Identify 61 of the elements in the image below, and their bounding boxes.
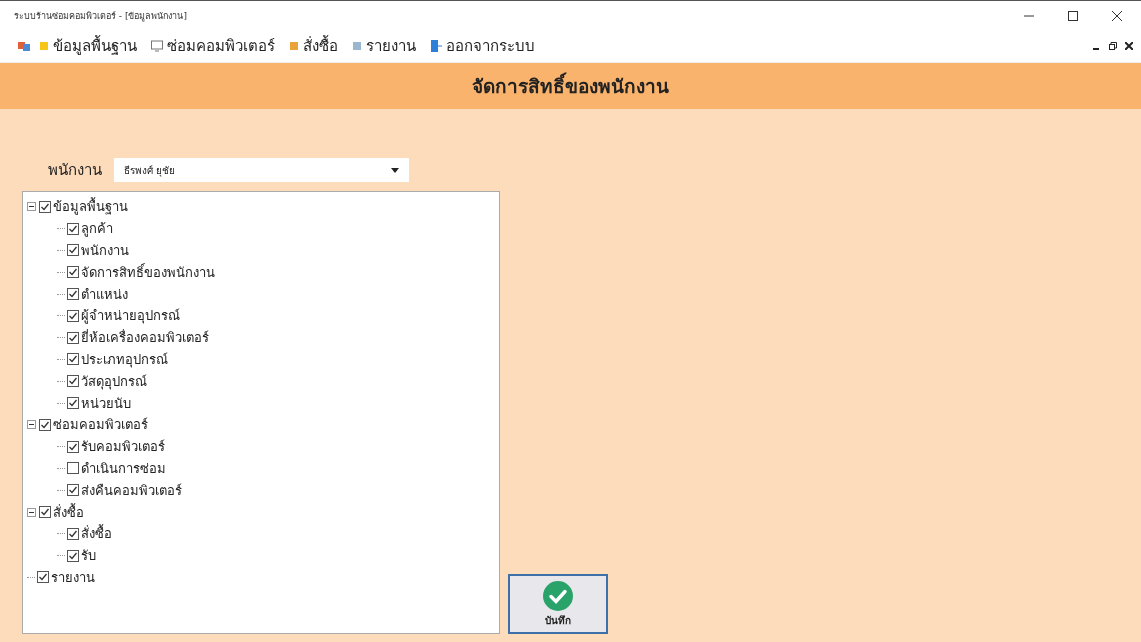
menu-icon xyxy=(352,40,362,52)
monitor-icon xyxy=(151,40,163,52)
tree-item[interactable]: รับ xyxy=(81,545,96,567)
checkbox[interactable] xyxy=(67,549,79,562)
tree-item[interactable]: ประเภทอุปกรณ์ xyxy=(81,348,168,370)
tree-item[interactable]: ดำเนินการซ่อม xyxy=(81,457,166,479)
tree-item[interactable]: ซ่อมคอมพิวเตอร์ xyxy=(53,414,148,436)
menu-item[interactable]: ออกจากระบบ xyxy=(425,32,540,60)
checkbox[interactable] xyxy=(67,440,79,453)
exit-icon xyxy=(430,40,442,52)
checkbox[interactable] xyxy=(67,266,79,279)
checkbox[interactable] xyxy=(39,418,51,431)
tree-item[interactable]: ข้อมูลพื้นฐาน xyxy=(53,196,128,218)
dropdown-caret-icon xyxy=(391,167,399,173)
page-title: จัดการสิทธิ์ของพนักงาน xyxy=(472,71,669,101)
menu-icon xyxy=(39,40,49,52)
tree-item[interactable]: ส่งคืนคอมพิวเตอร์ xyxy=(81,479,182,501)
close-icon[interactable] xyxy=(1125,42,1133,50)
checkbox[interactable] xyxy=(67,353,79,366)
collapse-icon[interactable] xyxy=(27,420,36,430)
tree-item[interactable]: สั่งซื้อ xyxy=(81,523,112,545)
tree-item[interactable]: ผู้จำหน่ายอุปกรณ์ xyxy=(81,305,180,327)
maximize-icon[interactable] xyxy=(1067,9,1079,22)
checkbox[interactable] xyxy=(67,484,79,497)
tree-item[interactable]: สั่งซื้อ xyxy=(53,501,84,523)
tree-item[interactable]: รายงาน xyxy=(51,566,95,588)
checkbox[interactable] xyxy=(67,375,79,388)
save-button[interactable]: บันทึก xyxy=(508,574,608,634)
checkbox[interactable] xyxy=(67,244,79,257)
menu-item[interactable]: รายงาน xyxy=(347,32,421,60)
checkbox[interactable] xyxy=(67,331,79,344)
tree-item[interactable]: ตำแหน่ง xyxy=(81,283,128,305)
tree-item[interactable]: รับคอมพิวเตอร์ xyxy=(81,436,165,458)
checkbox[interactable] xyxy=(67,527,79,540)
tree-item[interactable]: ยี่ห้อเครื่องคอมพิวเตอร์ xyxy=(81,327,209,349)
checkbox[interactable] xyxy=(67,222,79,235)
menu-item[interactable]: ข้อมูลพื้นฐาน xyxy=(34,32,142,60)
employee-dropdown[interactable]: ธีรพงศ์ ยุชัย xyxy=(114,158,409,182)
restore-icon[interactable] xyxy=(1109,42,1117,50)
tree-item[interactable]: จัดการสิทธิ์ของพนักงาน xyxy=(81,261,215,283)
checkbox[interactable] xyxy=(67,462,79,475)
checkbox[interactable] xyxy=(67,397,79,410)
employee-label: พนักงาน xyxy=(48,160,102,181)
menu-item[interactable]: สั่งซื้อ xyxy=(284,32,343,60)
tree-item[interactable]: วัสดุอุปกรณ์ xyxy=(81,370,147,392)
check-icon xyxy=(543,580,573,611)
tree-item[interactable]: พนักงาน xyxy=(81,240,129,261)
collapse-icon[interactable] xyxy=(27,507,36,517)
checkbox[interactable] xyxy=(39,200,51,213)
window-title: ระบบร้านซ่อมคอมพิวเตอร์ - [ข้อมูลพนักงาน] xyxy=(14,9,187,23)
collapse-icon[interactable] xyxy=(27,202,36,212)
tree-item[interactable]: ลูกค้า xyxy=(81,218,113,240)
checkbox[interactable] xyxy=(67,309,79,322)
checkbox[interactable] xyxy=(39,506,51,519)
tree-item[interactable]: หน่วยนับ xyxy=(81,392,131,414)
checkbox[interactable] xyxy=(37,571,49,584)
close-icon[interactable] xyxy=(1111,9,1123,22)
menu-item[interactable]: ซ่อมคอมพิวเตอร์ xyxy=(146,32,280,60)
checkbox[interactable] xyxy=(67,288,79,301)
app-icon xyxy=(18,40,30,52)
menu-icon xyxy=(289,40,299,52)
